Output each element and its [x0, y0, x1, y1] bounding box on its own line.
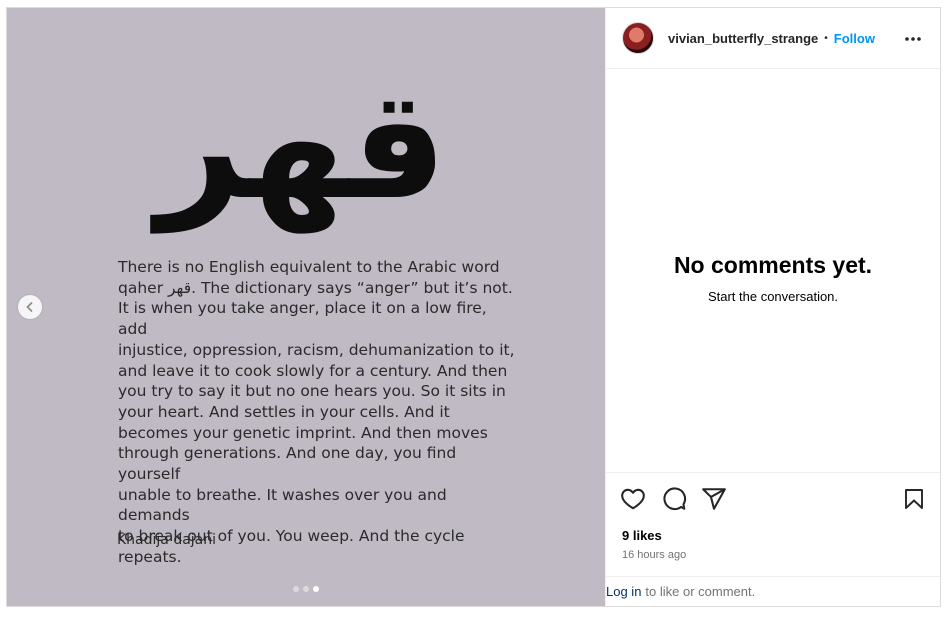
quote-line: injustice, oppression, racism, dehumaniz…	[118, 340, 515, 359]
action-bar	[606, 472, 940, 532]
arabic-word: قهر	[156, 59, 447, 233]
follow-button[interactable]: Follow	[834, 31, 875, 46]
avatar[interactable]	[622, 22, 654, 54]
more-options-icon[interactable]	[904, 30, 922, 48]
post-timestamp[interactable]: 16 hours ago	[622, 549, 686, 561]
quote-line: you try to say it but no one hears you. …	[118, 382, 506, 401]
login-prompt: Log in to like or comment.	[606, 576, 940, 606]
separator-dot: •	[824, 32, 828, 44]
quote-line: your heart. And settles in your cells. A…	[118, 402, 450, 421]
quote-line: It is when you take anger, place it on a…	[118, 299, 487, 339]
carousel-dot	[303, 586, 309, 592]
quote-text: There is no English equivalent to the Ar…	[118, 257, 518, 568]
quote-line: There is no English equivalent to the Ar…	[118, 258, 500, 276]
post-media[interactable]: قهر There is no English equivalent to th…	[7, 8, 605, 606]
previous-image-button[interactable]	[18, 295, 42, 319]
empty-comments-title: No comments yet.	[673, 251, 873, 278]
bookmark-icon[interactable]	[902, 486, 926, 512]
quote-line: becomes your genetic imprint. And then m…	[118, 423, 488, 442]
likes-count[interactable]: 9 likes	[622, 528, 662, 543]
quote-line: unable to breathe. It washes over you an…	[118, 485, 447, 525]
quote-line: qaher قهر. The dictionary says “anger” b…	[118, 278, 513, 297]
send-icon[interactable]	[701, 486, 727, 512]
carousel-indicator	[293, 586, 319, 592]
quote-line: repeats.	[118, 547, 182, 566]
quote-line: through generations. And one day, you fi…	[118, 444, 457, 484]
post-sidebar: vivian_butterfly_strange • Follow No com…	[605, 8, 940, 606]
comment-icon[interactable]	[661, 486, 687, 512]
quote-author: Khadija dajani	[117, 532, 217, 548]
carousel-dot	[293, 586, 299, 592]
login-prompt-text: to like or comment.	[645, 584, 756, 599]
chevron-left-icon	[26, 302, 33, 312]
empty-comments-subtitle: Start the conversation.	[707, 288, 839, 304]
comments-section: No comments yet. Start the conversation.	[606, 69, 940, 472]
post-modal: قهر There is no English equivalent to th…	[6, 7, 941, 607]
carousel-dot-active	[313, 586, 319, 592]
quote-line: and leave it to cook slowly for a centur…	[118, 361, 508, 380]
post-header: vivian_butterfly_strange • Follow	[606, 8, 940, 69]
login-link[interactable]: Log in	[606, 584, 641, 599]
username-link[interactable]: vivian_butterfly_strange	[668, 31, 818, 46]
heart-icon[interactable]	[620, 486, 646, 512]
